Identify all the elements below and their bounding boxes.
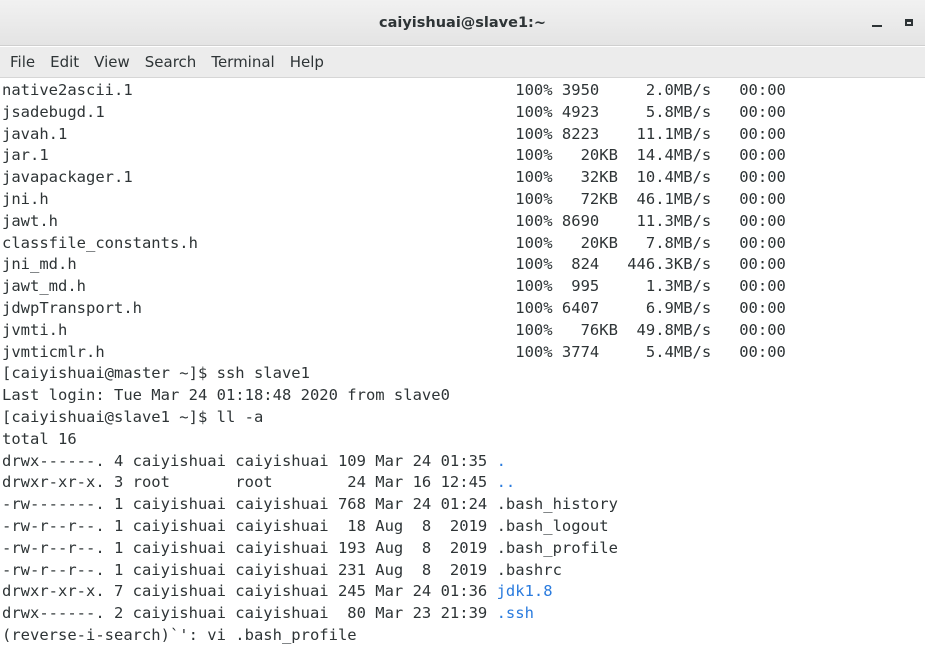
line-text: -rw-------. 1 caiyishuai caiyishuai 768 … bbox=[2, 495, 497, 514]
terminal-line: -rw-r--r--. 1 caiyishuai caiyishuai 18 A… bbox=[2, 516, 925, 538]
line-text: jvmticmlr.h 100% 3774 5.4MB/s 00:00 bbox=[2, 342, 786, 361]
line-text: jsadebugd.1 100% 4923 5.8MB/s 00:00 bbox=[2, 102, 786, 121]
line-text: jni.h 100% 72KB 46.1MB/s 00:00 bbox=[2, 189, 786, 208]
line-text: (reverse-i-search)`': vi .bash_profile bbox=[2, 625, 357, 644]
terminal-line: [caiyishuai@master ~]$ ssh slave1 bbox=[2, 363, 925, 385]
terminal-line: Last login: Tue Mar 24 01:18:48 2020 fro… bbox=[2, 385, 925, 407]
terminal-line: jawt.h 100% 8690 11.3MB/s 00:00 bbox=[2, 211, 925, 233]
terminal-line: classfile_constants.h 100% 20KB 7.8MB/s … bbox=[2, 233, 925, 255]
terminal-line: javapackager.1 100% 32KB 10.4MB/s 00:00 bbox=[2, 167, 925, 189]
terminal-line: drwx------. 4 caiyishuai caiyishuai 109 … bbox=[2, 451, 925, 473]
title-bar[interactable]: caiyishuai@slave1:~ bbox=[0, 0, 925, 46]
directory-name: .ssh bbox=[496, 604, 534, 623]
line-text: javapackager.1 100% 32KB 10.4MB/s 00:00 bbox=[2, 168, 786, 187]
line-text: jvmti.h 100% 76KB 49.8MB/s 00:00 bbox=[2, 320, 786, 339]
line-text: [caiyishuai@master ~]$ ssh slave1 bbox=[2, 364, 310, 383]
line-text: jawt.h 100% 8690 11.3MB/s 00:00 bbox=[2, 211, 786, 230]
line-text: -rw-r--r--. 1 caiyishuai caiyishuai 231 … bbox=[2, 560, 497, 579]
terminal-line: total 16 bbox=[2, 429, 925, 451]
menu-bar: File Edit View Search Terminal Help bbox=[0, 47, 925, 78]
terminal-line: -rw-------. 1 caiyishuai caiyishuai 768 … bbox=[2, 494, 925, 516]
menu-edit[interactable]: Edit bbox=[42, 47, 86, 78]
line-text: classfile_constants.h 100% 20KB 7.8MB/s … bbox=[2, 233, 786, 252]
line-text: -rw-r--r--. 1 caiyishuai caiyishuai 18 A… bbox=[2, 516, 497, 535]
menu-help[interactable]: Help bbox=[282, 47, 331, 78]
directory-name: . bbox=[496, 451, 506, 470]
maximize-icon bbox=[905, 19, 913, 26]
line-text: [caiyishuai@slave1 ~]$ ll -a bbox=[2, 407, 264, 426]
terminal-line: drwxr-xr-x. 3 root root 24 Mar 16 12:45 … bbox=[2, 472, 925, 494]
line-text: drwx------. 4 caiyishuai caiyishuai 109 … bbox=[2, 451, 497, 470]
file-name: .bashrc bbox=[496, 560, 562, 579]
line-text: drwxr-xr-x. 3 root root 24 Mar 16 12:45 bbox=[2, 473, 497, 492]
terminal-line: javah.1 100% 8223 11.1MB/s 00:00 bbox=[2, 124, 925, 146]
line-text: Last login: Tue Mar 24 01:18:48 2020 fro… bbox=[2, 386, 450, 405]
terminal-line: [caiyishuai@slave1 ~]$ ll -a bbox=[2, 407, 925, 429]
line-text: jawt_md.h 100% 995 1.3MB/s 00:00 bbox=[2, 277, 786, 296]
file-name: .bash_profile bbox=[496, 538, 618, 557]
line-text: native2ascii.1 100% 3950 2.0MB/s 00:00 bbox=[2, 81, 786, 99]
terminal-line: jawt_md.h 100% 995 1.3MB/s 00:00 bbox=[2, 276, 925, 298]
line-text: -rw-r--r--. 1 caiyishuai caiyishuai 193 … bbox=[2, 538, 497, 557]
terminal-line: jar.1 100% 20KB 14.4MB/s 00:00 bbox=[2, 145, 925, 167]
line-text: drwxr-xr-x. 7 caiyishuai caiyishuai 245 … bbox=[2, 582, 497, 601]
line-text: jdwpTransport.h 100% 6407 6.9MB/s 00:00 bbox=[2, 298, 786, 317]
terminal-output[interactable]: native2ascii.1 100% 3950 2.0MB/s 00:00 js… bbox=[0, 80, 925, 656]
directory-name: .. bbox=[496, 473, 516, 492]
menu-file[interactable]: File bbox=[2, 47, 42, 78]
terminal-line: jni.h 100% 72KB 46.1MB/s 00:00 bbox=[2, 189, 925, 211]
terminal-line: native2ascii.1 100% 3950 2.0MB/s 00:00 bbox=[2, 80, 925, 102]
menu-search[interactable]: Search bbox=[137, 47, 204, 78]
terminal-line: -rw-r--r--. 1 caiyishuai caiyishuai 231 … bbox=[2, 560, 925, 582]
line-text: total 16 bbox=[2, 429, 77, 448]
terminal-line: jsadebugd.1 100% 4923 5.8MB/s 00:00 bbox=[2, 102, 925, 124]
terminal-line: jvmticmlr.h 100% 3774 5.4MB/s 00:00 bbox=[2, 342, 925, 364]
line-text: jni_md.h 100% 824 446.3KB/s 00:00 bbox=[2, 255, 786, 274]
line-text: jar.1 100% 20KB 14.4MB/s 00:00 bbox=[2, 146, 786, 165]
terminal-line: drwx------. 2 caiyishuai caiyishuai 80 M… bbox=[2, 603, 925, 625]
file-name: .bash_logout bbox=[496, 516, 609, 535]
menu-view[interactable]: View bbox=[86, 47, 137, 78]
window-title: caiyishuai@slave1:~ bbox=[378, 15, 546, 31]
maximize-button[interactable] bbox=[898, 12, 920, 34]
directory-name: jdk1.8 bbox=[496, 582, 553, 601]
terminal-window: caiyishuai@slave1:~ File Edit View Search Te… bbox=[0, 0, 925, 656]
minimize-icon bbox=[872, 25, 882, 27]
line-text: drwx------. 2 caiyishuai caiyishuai 80 M… bbox=[2, 604, 497, 623]
terminal-line: (reverse-i-search)`': vi .bash_profile bbox=[2, 625, 925, 647]
minimize-button[interactable] bbox=[866, 12, 888, 34]
terminal-line: jvmti.h 100% 76KB 49.8MB/s 00:00 bbox=[2, 320, 925, 342]
file-name: .bash_history bbox=[496, 495, 618, 514]
terminal-line: drwxr-xr-x. 7 caiyishuai caiyishuai 245 … bbox=[2, 581, 925, 603]
terminal-line: jdwpTransport.h 100% 6407 6.9MB/s 00:00 bbox=[2, 298, 925, 320]
terminal-line: jni_md.h 100% 824 446.3KB/s 00:00 bbox=[2, 254, 925, 276]
menu-terminal[interactable]: Terminal bbox=[203, 47, 281, 78]
terminal-line: -rw-r--r--. 1 caiyishuai caiyishuai 193 … bbox=[2, 538, 925, 560]
line-text: javah.1 100% 8223 11.1MB/s 00:00 bbox=[2, 124, 786, 143]
